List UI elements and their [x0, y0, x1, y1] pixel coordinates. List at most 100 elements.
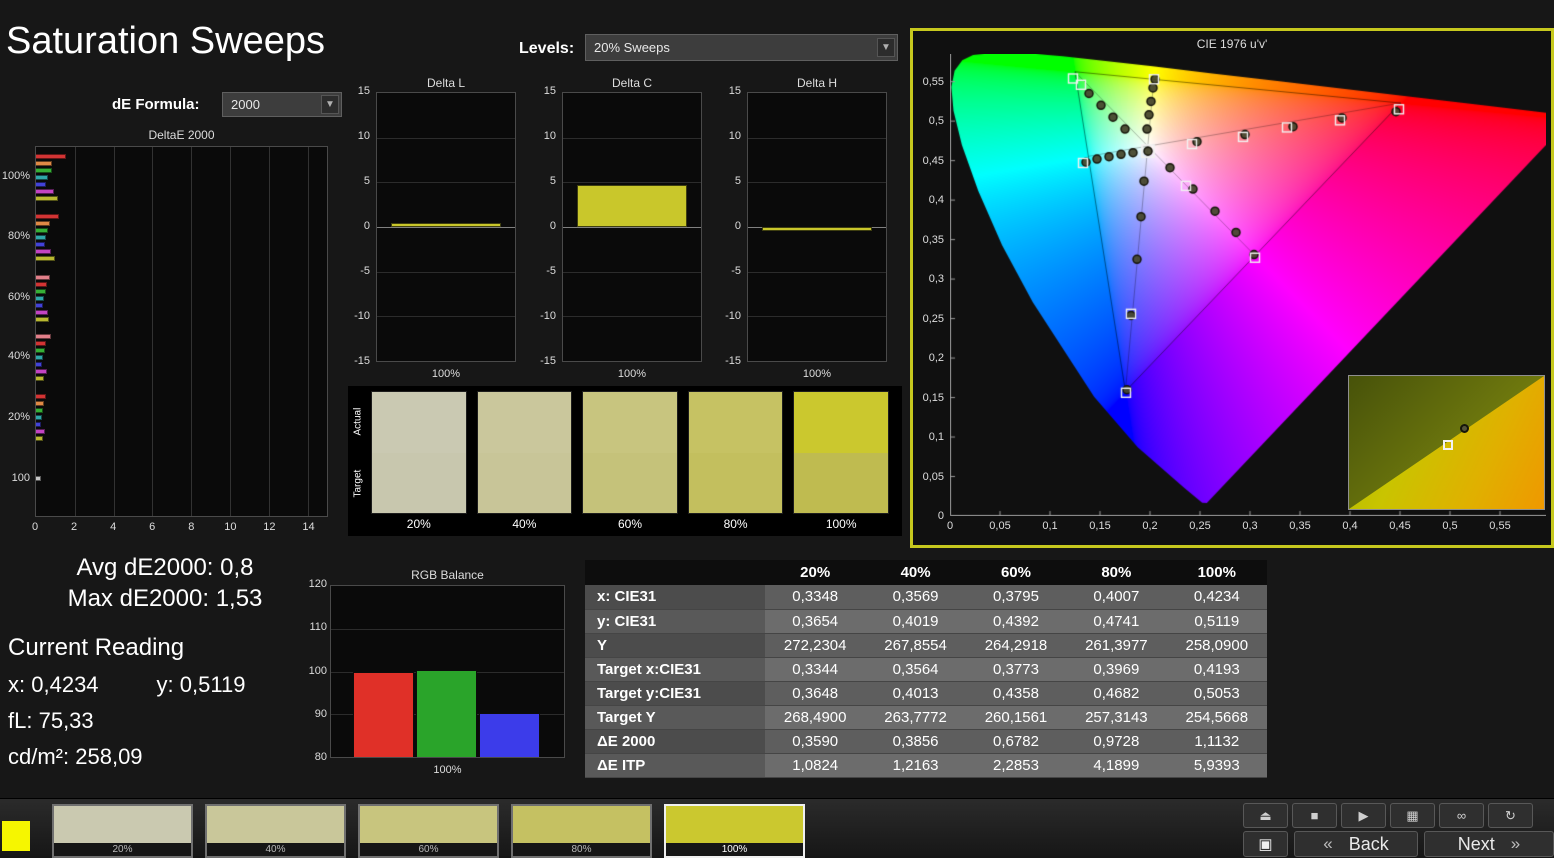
chart-title: Delta C: [611, 76, 652, 90]
table-row-label: Y: [585, 633, 765, 658]
deltae2000-y-axis: 100% 80% 60% 40% 20% 100: [0, 146, 33, 517]
table-cell: 1,2163: [865, 753, 966, 778]
table-header-cell: 20%: [765, 560, 866, 585]
table-cell: 267,8554: [865, 633, 966, 658]
table-cell: 0,5053: [1166, 681, 1267, 706]
stop-button[interactable]: ■: [1292, 803, 1337, 828]
loop-button[interactable]: ∞: [1439, 803, 1484, 828]
deltae-bar: [36, 421, 42, 427]
de-formula-label: dE Formula:: [112, 96, 200, 113]
table-row: Y 272,2304 267,8554 264,2918 261,3977 258,090…: [585, 633, 1267, 658]
gridline: [748, 316, 886, 318]
deltae-bar: [36, 428, 45, 434]
axis-tick-label: 0,25: [1189, 520, 1211, 532]
table-row-label: y: CIE31: [585, 609, 765, 634]
table-header-cell: 60%: [965, 560, 1067, 585]
ytick-label: -15: [725, 355, 741, 367]
deltae2000-chart: DeltaE 2000 100% 80% 60% 40% 20% 100 0 2 4 6 8 10 1…: [2, 128, 328, 533]
deltae-bar: [36, 302, 43, 308]
deltae-bar-group: [36, 274, 327, 322]
table-row: ΔE 2000 0,3590 0,3856 0,6782 0,9728 1,1132: [585, 729, 1267, 754]
ytick-label: -10: [540, 310, 556, 322]
table-cell: 0,3590: [765, 729, 866, 754]
xtick-label: 100%: [431, 368, 461, 380]
gridline: [191, 147, 193, 516]
delta-value-bar: [391, 222, 501, 227]
table-cell: 260,1561: [965, 705, 1067, 730]
gridline: [748, 137, 886, 139]
swatch-cell-100%: 100%: [793, 391, 889, 536]
patch-button-60%[interactable]: 60%: [358, 804, 499, 858]
ytick-label: 0: [549, 220, 556, 232]
swatch-actual: [688, 392, 783, 453]
swatch-target: [794, 452, 888, 513]
table-cell: 0,4392: [965, 609, 1067, 634]
table-cell: 0,3856: [865, 729, 966, 754]
table-row-label: Target y:CIE31: [585, 681, 765, 706]
axis-tick-label: 0,15: [922, 391, 944, 404]
ytick-label: 110: [309, 621, 327, 634]
patch-label: 20%: [54, 843, 191, 856]
gridline: [230, 147, 231, 516]
swatch-cells: 20% 40% 60% 80% 100%: [366, 391, 894, 536]
patch-button-40%[interactable]: 40%: [205, 804, 346, 858]
deltae-bar: [36, 154, 66, 160]
levels-dropdown[interactable]: 20% Sweeps ▼: [585, 34, 898, 61]
deltae-ytick-label: 100: [11, 472, 30, 485]
deltae-bar: [36, 189, 55, 195]
table-cell: 5,9393: [1166, 753, 1267, 778]
eject-button[interactable]: ⏏: [1243, 803, 1288, 828]
ytick-label: -5: [360, 265, 370, 277]
de-formula-dropdown[interactable]: 2000 ▼: [222, 92, 342, 117]
measurement-table: 20% 40% 60% 80% 100% x: CIE31 0,3348 0,3569 0,37…: [585, 560, 1267, 778]
table-cell: 0,3795: [965, 585, 1067, 610]
table-cell: 1,1132: [1166, 729, 1267, 754]
cie-diagram-panel: CIE 1976 u'v' 0 0,05 0,1 0,15 0,2 0,25 0,3 0,35…: [910, 28, 1554, 548]
pattern-button[interactable]: ▦: [1390, 803, 1435, 828]
patch-button-20%[interactable]: 20%: [52, 804, 193, 858]
gridline: [377, 137, 515, 139]
delta-chart-plot: [747, 92, 887, 362]
play-button[interactable]: ▶: [1341, 803, 1386, 828]
refresh-button[interactable]: ↻: [1488, 803, 1533, 828]
cie-zoom-inset: [1348, 375, 1545, 510]
patch-button-80%[interactable]: 80%: [511, 804, 652, 858]
ytick-label: 15: [543, 85, 556, 97]
table-cell: 0,3344: [765, 657, 866, 682]
deltae-bar: [36, 375, 44, 381]
table-cell: 0,3773: [965, 657, 1067, 682]
delta-value-bar: [577, 184, 687, 227]
rgb-bar-red: [353, 671, 414, 757]
deltae-xtick-label: 14: [302, 521, 315, 533]
deltae-bar: [36, 347, 45, 353]
back-button[interactable]: « Back: [1294, 831, 1418, 857]
gridline: [307, 147, 309, 516]
reading-stats: Avg dE2000: 0,8 Max dE2000: 1,53 Current…: [0, 552, 330, 780]
pattern-window-button[interactable]: ▣: [1243, 831, 1288, 857]
deltae-bar: [36, 281, 47, 287]
transport-controls: ⏏ ■ ▶ ▦ ∞ ↻: [1243, 803, 1533, 828]
axis-tick-label: 0,05: [922, 470, 944, 483]
avg-de-label: Avg dE2000:: [76, 554, 214, 581]
deltae-bar: [36, 255, 55, 261]
patch-label: 100%: [666, 843, 803, 856]
patch-label: 60%: [360, 843, 497, 856]
xy-reading: x: 0,4234 y: 0,5119: [8, 672, 330, 698]
table-row: x: CIE31 0,3348 0,3569 0,3795 0,4007 0,4234: [585, 585, 1267, 610]
chevron-down-icon: ▼: [321, 95, 339, 114]
table-header-row: 20% 40% 60% 80% 100%: [585, 560, 1267, 585]
table-cell: 268,4900: [765, 705, 866, 730]
patch-selector-row: 20% 40% 60% 80% 100%: [52, 804, 805, 858]
ytick-label: 0: [734, 220, 741, 232]
rgb-bar-green: [416, 669, 477, 757]
max-de-label: Max dE2000:: [67, 585, 210, 612]
deltae-bar: [36, 354, 44, 360]
patch-button-100%[interactable]: 100%: [664, 804, 805, 858]
de-formula-value: 2000: [231, 97, 260, 112]
actual-row-label: Actual: [352, 407, 364, 436]
page-title: Saturation Sweeps: [6, 20, 325, 62]
axis-tick-label: 0,3: [928, 273, 944, 286]
patch-label: 40%: [207, 843, 344, 856]
next-button[interactable]: Next »: [1424, 831, 1554, 857]
table-header-cell: 100%: [1166, 560, 1267, 585]
